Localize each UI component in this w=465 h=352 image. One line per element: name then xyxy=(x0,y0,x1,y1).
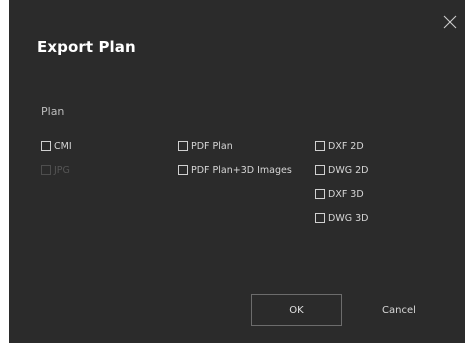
checkbox-box xyxy=(41,165,51,175)
checkbox-pdf-plan[interactable]: PDF Plan xyxy=(178,139,233,153)
checkbox-dxf-3d[interactable]: DXF 3D xyxy=(315,187,364,201)
checkbox-jpg: JPG xyxy=(41,163,70,177)
checkbox-label-pdf-plan: PDF Plan xyxy=(191,140,233,152)
checkbox-cmi[interactable]: CMI xyxy=(41,139,72,153)
close-icon xyxy=(443,15,457,29)
checkbox-label-pdf-plan-3d-images: PDF Plan+3D Images xyxy=(191,164,292,176)
checkbox-box[interactable] xyxy=(315,141,325,151)
checkbox-dwg-3d[interactable]: DWG 3D xyxy=(315,211,368,225)
checkbox-box[interactable] xyxy=(315,165,325,175)
dialog-title: Export Plan xyxy=(37,38,136,56)
checkbox-pdf-plan-3d-images[interactable]: PDF Plan+3D Images xyxy=(178,163,292,177)
ok-button[interactable]: OK xyxy=(251,294,342,326)
page: Export Plan Plan CMI JPG PDF Plan PDF Pl… xyxy=(0,0,465,352)
checkbox-label-jpg: JPG xyxy=(54,164,70,176)
checkbox-box[interactable] xyxy=(315,189,325,199)
checkbox-dxf-2d[interactable]: DXF 2D xyxy=(315,139,364,153)
checkbox-label-dxf-3d: DXF 3D xyxy=(328,188,364,200)
checkbox-box[interactable] xyxy=(178,165,188,175)
section-label-plan: Plan xyxy=(41,105,65,118)
export-plan-dialog: Export Plan Plan CMI JPG PDF Plan PDF Pl… xyxy=(9,0,465,343)
checkbox-label-dxf-2d: DXF 2D xyxy=(328,140,364,152)
checkbox-box[interactable] xyxy=(315,213,325,223)
checkbox-box[interactable] xyxy=(178,141,188,151)
checkbox-label-cmi: CMI xyxy=(54,140,72,152)
close-button[interactable] xyxy=(442,14,458,30)
checkbox-box[interactable] xyxy=(41,141,51,151)
cancel-button[interactable]: Cancel xyxy=(364,294,434,326)
checkbox-label-dwg-2d: DWG 2D xyxy=(328,164,369,176)
checkbox-label-dwg-3d: DWG 3D xyxy=(328,212,369,224)
checkbox-dwg-2d[interactable]: DWG 2D xyxy=(315,163,368,177)
